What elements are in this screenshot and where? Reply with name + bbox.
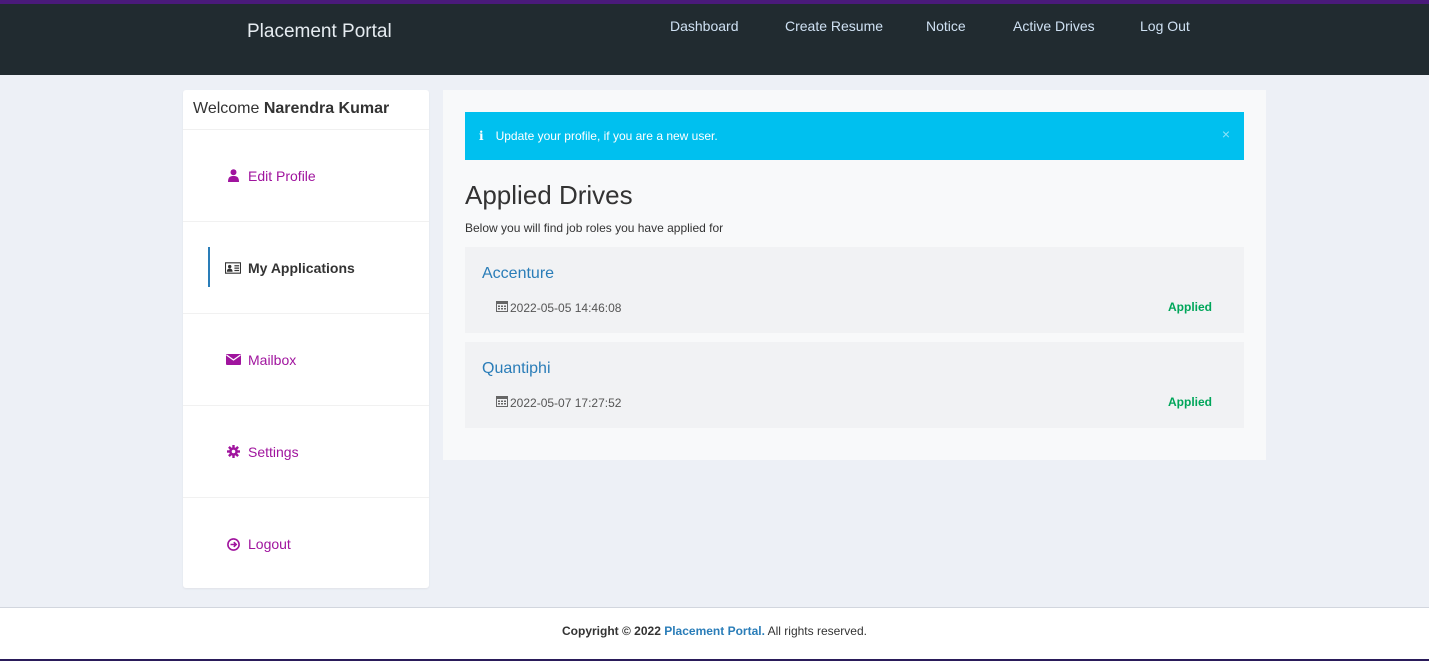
drive-company-link[interactable]: Quantiphi (482, 360, 551, 378)
calendar-icon (496, 300, 508, 315)
sidebar: Welcome Narendra Kumar Edit Profile My A… (183, 90, 429, 588)
drive-card: Accenture 2022-05-05 14:46:08 Applied (465, 247, 1244, 333)
footer-copyright: Copyright © 2022 (562, 624, 661, 638)
nav-log-out[interactable]: Log Out (1140, 18, 1190, 34)
drive-company-link[interactable]: Accenture (482, 265, 554, 283)
page-subtitle: Below you will find job roles you have a… (465, 221, 724, 235)
status-badge: Applied (1168, 300, 1212, 314)
sidebar-item-settings[interactable]: Settings (183, 406, 429, 498)
welcome-prefix: Welcome (193, 100, 260, 117)
drive-date-text: 2022-05-07 17:27:52 (510, 395, 622, 410)
close-icon[interactable]: × (1222, 126, 1230, 142)
sidebar-item-label: Settings (248, 443, 299, 460)
status-badge: Applied (1168, 395, 1212, 409)
user-name: Narendra Kumar (263, 100, 390, 117)
sidebar-item-logout[interactable]: Logout (183, 498, 429, 590)
info-icon: i (479, 129, 484, 143)
sidebar-item-label: Logout (248, 536, 291, 552)
footer-rights: All rights reserved. (767, 624, 867, 638)
user-icon (225, 169, 241, 182)
sidebar-item-edit-profile[interactable]: Edit Profile (183, 130, 429, 222)
envelope-icon (225, 354, 241, 365)
sign-out-icon (225, 537, 241, 551)
footer-link[interactable]: Placement Portal. (664, 624, 765, 638)
nav-active-drives[interactable]: Active Drives (1013, 18, 1095, 34)
main-panel: i Update your profile, if you are a new … (443, 90, 1266, 460)
sidebar-item-label: Mailbox (248, 351, 297, 368)
drive-card: Quantiphi 2022-05-07 17:27:52 Applied (465, 342, 1244, 428)
calendar-icon (496, 395, 508, 410)
drive-date: 2022-05-05 14:46:08 (496, 300, 621, 315)
sidebar-item-my-applications[interactable]: My Applications (183, 222, 429, 314)
alert-text: Update your profile, if you are a new us… (495, 129, 718, 143)
sidebar-item-label: Edit Profile (248, 167, 316, 184)
sidebar-item-label: My Applications (248, 259, 355, 276)
brand-title[interactable]: Placement Portal (247, 21, 392, 43)
gear-icon (225, 445, 241, 458)
drive-date: 2022-05-07 17:27:52 (496, 395, 621, 410)
page-title: Applied Drives (465, 180, 633, 210)
top-navbar: Placement Portal Dashboard Create Resume… (0, 0, 1429, 75)
drive-date-text: 2022-05-05 14:46:08 (510, 300, 622, 315)
footer: Copyright © 2022 Placement Portal. All r… (0, 607, 1429, 661)
sidebar-item-mailbox[interactable]: Mailbox (183, 314, 429, 406)
welcome-message: Welcome Narendra Kumar (183, 90, 429, 130)
nav-dashboard[interactable]: Dashboard (670, 18, 739, 34)
id-card-icon (225, 261, 241, 274)
nav-create-resume[interactable]: Create Resume (785, 18, 883, 34)
nav-notice[interactable]: Notice (926, 18, 966, 34)
info-alert: i Update your profile, if you are a new … (465, 112, 1244, 160)
